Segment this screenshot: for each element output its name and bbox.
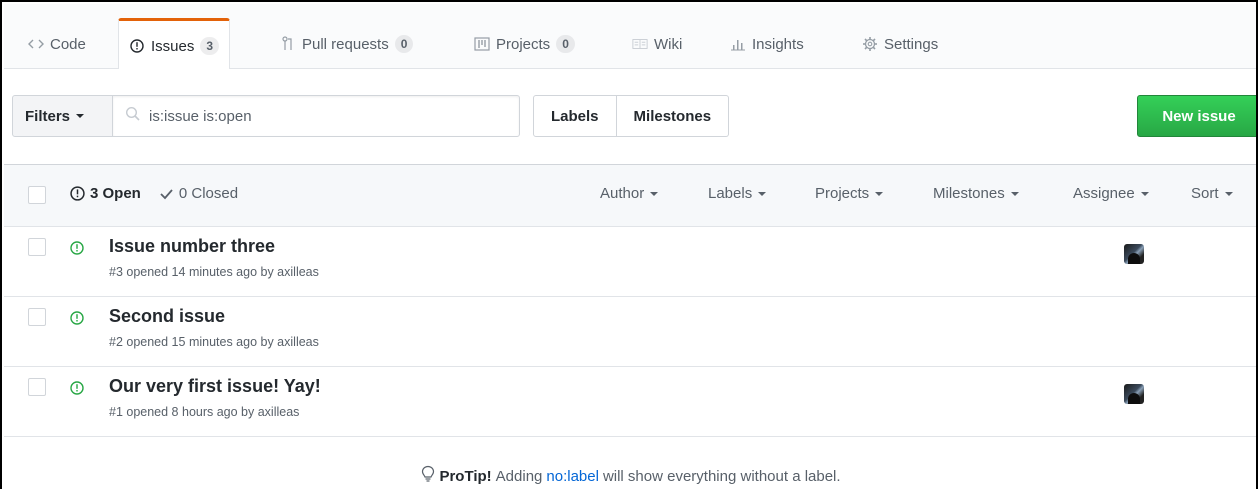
no-label-link[interactable]: no:label (546, 468, 599, 485)
assignee-avatar[interactable] (1124, 384, 1144, 404)
issue-states: 3 Open 0 Closed (70, 185, 238, 202)
tab-label: Settings (884, 35, 939, 53)
issue-opened-icon (129, 38, 145, 54)
filters-label: Filters (25, 107, 71, 125)
issue-opened-icon (70, 381, 84, 400)
assignee-avatar[interactable] (1124, 244, 1144, 264)
chevron-down-icon (650, 191, 659, 196)
tab-insights[interactable]: Insights (720, 18, 814, 70)
issue-checkbox[interactable] (28, 238, 46, 256)
filters-dropdown[interactable]: Filters (12, 95, 113, 137)
protip: ProTip! Adding no:label will show everyt… (4, 465, 1256, 487)
issue-meta: #1 opened 8 hours ago by axilleas (109, 405, 300, 419)
issue-title-link[interactable]: Second issue (109, 306, 225, 327)
tab-code[interactable]: Code (18, 18, 96, 70)
graph-icon (730, 36, 746, 52)
check-icon (160, 188, 173, 199)
issue-checkbox[interactable] (28, 378, 46, 396)
issue-opened-icon (70, 186, 85, 201)
protip-text-after: will show everything without a label. (602, 467, 841, 485)
issue-row: Issue number three #3 opened 14 minutes … (4, 227, 1256, 297)
tab-issues[interactable]: Issues 3 (118, 18, 231, 71)
issue-title-link[interactable]: Our very first issue! Yay! (109, 376, 321, 397)
filter-label: Projects (815, 185, 870, 202)
chevron-down-icon (1224, 191, 1233, 196)
filter-label: Sort (1191, 185, 1219, 202)
issue-opened-icon (70, 241, 84, 260)
chevron-down-icon (1140, 191, 1149, 196)
git-pull-request-icon (280, 36, 296, 52)
issues-list-box: 3 Open 0 Closed Author Labels Projects M… (4, 164, 1256, 489)
issues-counter: 3 (200, 37, 220, 55)
issue-meta: #3 opened 14 minutes ago by axilleas (109, 265, 319, 279)
milestones-filter[interactable]: Milestones (933, 185, 1019, 202)
protip-text-before: Adding (495, 467, 543, 485)
sort-filter[interactable]: Sort (1191, 185, 1233, 202)
issue-title-link[interactable]: Issue number three (109, 236, 275, 257)
pull-requests-counter: 0 (394, 35, 414, 53)
labels-milestones-group: Labels Milestones (533, 95, 730, 137)
issue-opened-icon (70, 311, 84, 330)
closed-issues-link[interactable]: 0 Closed (159, 185, 238, 202)
tab-label: Insights (752, 35, 804, 53)
author-filter[interactable]: Author (600, 185, 659, 202)
milestones-button[interactable]: Milestones (616, 95, 730, 137)
chevron-down-icon (76, 114, 85, 118)
projects-counter: 0 (556, 35, 575, 53)
repo-tabnav: Code Issues 3 Pull requests 0 Projects 0 (4, 4, 1256, 71)
chevron-down-icon (758, 191, 767, 196)
tab-label: Code (50, 35, 86, 53)
filter-label: Author (600, 185, 645, 202)
labels-button[interactable]: Labels (533, 95, 617, 137)
chevron-down-icon (1010, 191, 1019, 196)
labels-filter[interactable]: Labels (708, 185, 767, 202)
tab-label: Projects (496, 35, 551, 53)
tab-label: Issues (151, 37, 195, 55)
tab-pull-requests[interactable]: Pull requests 0 (270, 18, 423, 70)
select-all-checkbox[interactable] (28, 186, 46, 204)
tab-settings[interactable]: Settings (852, 18, 948, 70)
book-icon (632, 36, 648, 52)
issues-list-header: 3 Open 0 Closed Author Labels Projects M… (4, 165, 1256, 227)
filter-label: Milestones (933, 185, 1005, 202)
gear-icon (862, 36, 878, 52)
light-bulb-icon (421, 465, 435, 487)
assignee-filter[interactable]: Assignee (1073, 185, 1149, 202)
issue-meta: #2 opened 15 minutes ago by axilleas (109, 335, 319, 349)
filter-label: Labels (708, 185, 753, 202)
protip-lead: ProTip! (439, 467, 492, 485)
search-field[interactable] (112, 95, 520, 137)
issue-row: Second issue #2 opened 15 minutes ago by… (4, 297, 1256, 367)
open-issues-link[interactable]: 3 Open (70, 185, 141, 202)
code-icon (28, 36, 44, 52)
tab-label: Pull requests (302, 35, 389, 53)
tab-wiki[interactable]: Wiki (622, 18, 692, 70)
issues-subnav: Filters Labels Milestones New issue (4, 69, 1256, 164)
project-icon (474, 36, 490, 52)
search-input[interactable] (149, 107, 509, 125)
search-icon (125, 106, 141, 127)
tab-label: Wiki (654, 35, 683, 53)
issue-checkbox[interactable] (28, 308, 46, 326)
issue-row: Our very first issue! Yay! #1 opened 8 h… (4, 367, 1256, 437)
window-frame: Code Issues 3 Pull requests 0 Projects 0 (0, 0, 1258, 489)
tab-projects[interactable]: Projects 0 (464, 18, 585, 70)
closed-count-label: 0 Closed (178, 185, 239, 202)
chevron-down-icon (875, 191, 884, 196)
projects-filter[interactable]: Projects (815, 185, 884, 202)
new-issue-button[interactable]: New issue (1137, 95, 1256, 137)
open-count-label: 3 Open (90, 185, 141, 202)
filter-label: Assignee (1073, 185, 1135, 202)
